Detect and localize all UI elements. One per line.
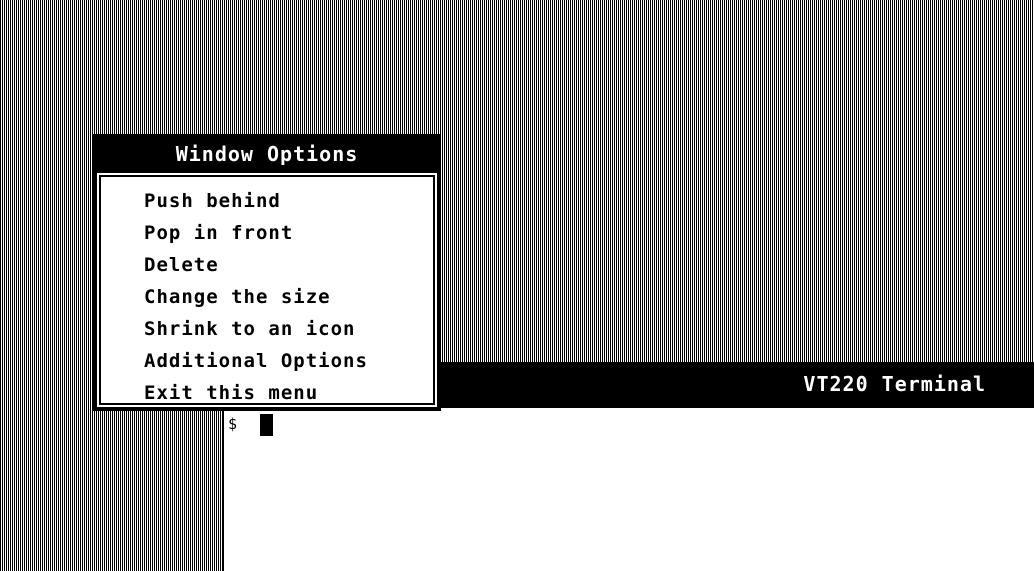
menu-item-delete[interactable]: Delete <box>144 249 433 281</box>
menu-item-shrink-to-icon[interactable]: Shrink to an icon <box>144 313 433 345</box>
menu-title: Window Options <box>175 142 359 166</box>
menu-item-exit-menu[interactable]: Exit this menu <box>144 377 433 409</box>
terminal-body[interactable]: $ <box>222 408 1034 571</box>
menu-item-change-size[interactable]: Change the size <box>144 281 433 313</box>
window-options-menu: Window Options Push behind Pop in front … <box>93 134 441 411</box>
shell-prompt: $ <box>228 415 238 433</box>
terminal-title: VT220 Terminal <box>803 372 986 396</box>
menu-border: Push behind Pop in front Delete Change t… <box>99 175 435 405</box>
text-cursor <box>260 414 273 436</box>
menu-body: Push behind Pop in front Delete Change t… <box>97 173 437 407</box>
menu-item-push-behind[interactable]: Push behind <box>144 185 433 217</box>
menu-item-additional-options[interactable]: Additional Options <box>144 345 433 377</box>
menu-item-pop-in-front[interactable]: Pop in front <box>144 217 433 249</box>
menu-items-list: Push behind Pop in front Delete Change t… <box>101 177 433 409</box>
